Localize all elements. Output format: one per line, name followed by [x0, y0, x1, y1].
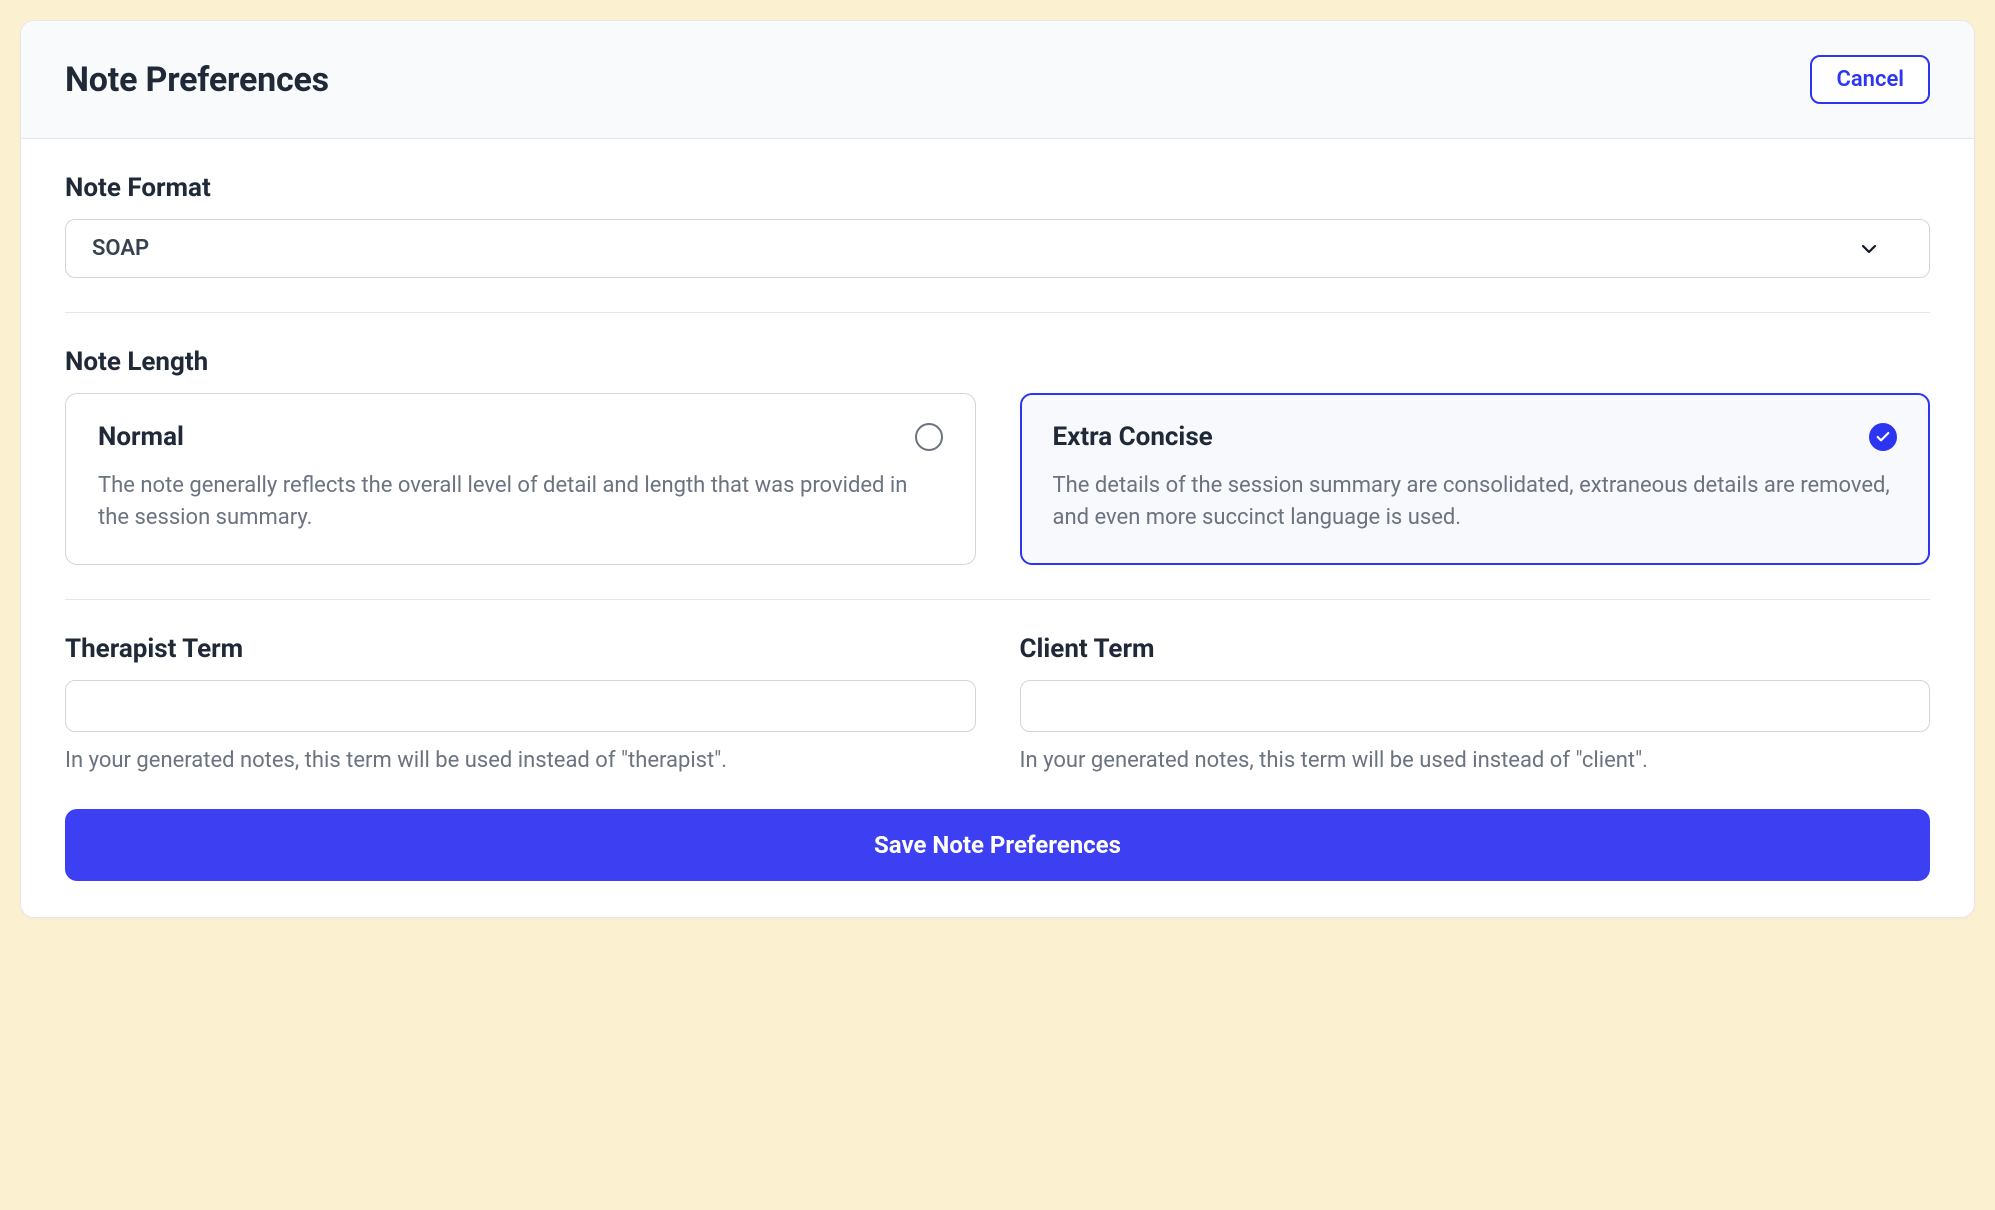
- choice-desc-extra-concise: The details of the session summary are c…: [1053, 470, 1898, 534]
- choice-head: Normal: [98, 422, 943, 452]
- choice-title-extra-concise: Extra Concise: [1053, 422, 1213, 452]
- note-length-options: Normal The note generally reflects the o…: [65, 393, 1930, 565]
- note-length-option-normal[interactable]: Normal The note generally reflects the o…: [65, 393, 976, 565]
- client-term-input[interactable]: [1020, 680, 1931, 732]
- therapist-term-section: Therapist Term In your generated notes, …: [65, 634, 976, 777]
- note-length-option-extra-concise[interactable]: Extra Concise The details of the session…: [1020, 393, 1931, 565]
- note-length-section: Note Length Normal The note generally re…: [65, 347, 1930, 565]
- divider: [65, 599, 1930, 600]
- note-length-label: Note Length: [65, 347, 1930, 377]
- panel-body: Note Format SOAP Note Length Normal: [21, 139, 1974, 917]
- note-format-section: Note Format SOAP: [65, 173, 1930, 278]
- note-format-select[interactable]: SOAP: [65, 219, 1930, 278]
- choice-head: Extra Concise: [1053, 422, 1898, 452]
- cancel-button[interactable]: Cancel: [1810, 55, 1930, 104]
- divider: [65, 312, 1930, 313]
- note-preferences-panel: Note Preferences Cancel Note Format SOAP…: [20, 20, 1975, 918]
- note-format-selected-value: SOAP: [92, 236, 149, 261]
- save-note-preferences-button[interactable]: Save Note Preferences: [65, 809, 1930, 881]
- radio-checked-icon: [1869, 423, 1897, 451]
- client-term-label: Client Term: [1020, 634, 1931, 664]
- note-format-select-wrap: SOAP: [65, 219, 1930, 278]
- panel-title: Note Preferences: [65, 60, 329, 100]
- client-term-helper: In your generated notes, this term will …: [1020, 746, 1931, 777]
- note-format-label: Note Format: [65, 173, 1930, 203]
- chevron-down-icon: [1857, 237, 1881, 261]
- panel-header: Note Preferences Cancel: [21, 21, 1974, 139]
- radio-unchecked-icon: [915, 423, 943, 451]
- client-term-section: Client Term In your generated notes, thi…: [1020, 634, 1931, 777]
- term-row: Therapist Term In your generated notes, …: [65, 634, 1930, 777]
- therapist-term-input[interactable]: [65, 680, 976, 732]
- choice-desc-normal: The note generally reflects the overall …: [98, 470, 943, 534]
- choice-title-normal: Normal: [98, 422, 184, 452]
- therapist-term-label: Therapist Term: [65, 634, 976, 664]
- therapist-term-helper: In your generated notes, this term will …: [65, 746, 976, 777]
